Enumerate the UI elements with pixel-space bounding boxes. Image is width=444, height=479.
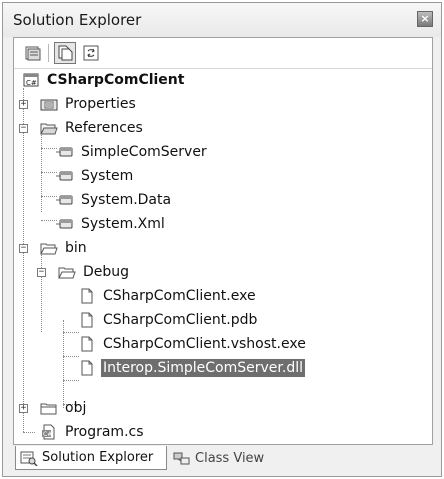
folder-outline-icon	[40, 403, 57, 415]
tree-item-program[interactable]: C# Program.cs	[40, 421, 146, 443]
tree-item-label: CSharpComClient.vshost.exe	[103, 336, 306, 352]
title-bar: Solution Explorer ×	[3, 3, 441, 37]
properties-button[interactable]	[22, 42, 44, 64]
open-folder-outline-icon	[40, 243, 58, 255]
show-all-files-button[interactable]	[54, 42, 76, 64]
tree-line	[23, 432, 35, 433]
tree-item-reference[interactable]: System	[56, 165, 135, 187]
tab-label: Solution Explorer	[42, 450, 154, 465]
tree-panel: C# CSharpComClient + Properties − Refere…	[13, 37, 433, 445]
tree-line	[63, 320, 64, 408]
reference-icon	[56, 171, 73, 181]
tree-item-properties[interactable]: Properties	[40, 93, 138, 115]
window-title: Solution Explorer	[13, 11, 142, 29]
tree-item-project[interactable]: C# CSharpComClient	[22, 69, 186, 91]
tree-item-label: SimpleComServer	[81, 144, 207, 160]
open-folder-icon	[40, 123, 58, 135]
collapse-toggle[interactable]: −	[19, 124, 28, 133]
svg-text:C#: C#	[26, 79, 37, 87]
collapse-toggle[interactable]: −	[19, 244, 28, 253]
class-view-icon	[173, 452, 190, 465]
tree-line	[41, 196, 57, 197]
tab-strip: Solution Explorer Class View	[13, 446, 433, 472]
reference-icon	[56, 195, 73, 205]
tree-item-label: obj	[65, 400, 87, 416]
tree-item-file-selected[interactable]: Interop.SimpleComServer.dll	[78, 357, 305, 379]
csharp-file-icon: C#	[42, 424, 55, 440]
tree-line	[63, 332, 79, 333]
tree-item-debug[interactable]: Debug	[58, 261, 131, 283]
expand-toggle[interactable]: +	[19, 100, 28, 109]
tree-item-label: CSharpComClient.pdb	[103, 312, 258, 328]
reference-icon	[56, 147, 73, 157]
properties-folder-icon	[40, 99, 58, 111]
tree-item-label: Program.cs	[65, 424, 144, 440]
tree-line	[23, 88, 24, 432]
file-icon	[81, 360, 93, 376]
tree-item-file[interactable]: CSharpComClient.vshost.exe	[78, 333, 308, 355]
refresh-button[interactable]	[80, 42, 102, 64]
tab-label: Class View	[195, 450, 265, 466]
refresh-icon	[83, 45, 99, 61]
solution-tree: C# CSharpComClient + Properties − Refere…	[14, 68, 432, 444]
reference-icon	[56, 219, 73, 229]
toolbar	[14, 38, 432, 69]
tree-item-references[interactable]: References	[40, 117, 145, 139]
tree-line	[41, 148, 57, 149]
close-button[interactable]: ×	[417, 11, 433, 27]
tab-class-view[interactable]: Class View	[171, 446, 283, 470]
tree-line	[63, 356, 79, 357]
tree-item-label: System.Data	[81, 192, 172, 208]
tab-solution-explorer[interactable]: Solution Explorer	[15, 446, 167, 470]
properties-icon	[25, 46, 41, 61]
file-icon	[81, 312, 93, 328]
solution-explorer-icon	[20, 451, 38, 466]
tree-item-file[interactable]: CSharpComClient.pdb	[78, 309, 259, 331]
solution-explorer-window: Solution Explorer × C# CSharpComClient +…	[2, 2, 442, 477]
tree-item-label: Interop.SimpleComServer.dll	[101, 359, 305, 377]
tree-item-label: Debug	[83, 264, 130, 280]
tree-line	[41, 220, 57, 221]
tree-item-file[interactable]: CSharpComClient.exe	[78, 285, 258, 307]
tree-item-reference[interactable]: System.Data	[56, 189, 173, 211]
file-icon	[81, 336, 93, 352]
tree-item-label: bin	[65, 240, 87, 256]
show-all-files-icon	[58, 45, 73, 61]
tree-item-reference[interactable]: SimpleComServer	[56, 141, 209, 163]
open-folder-outline-icon	[58, 267, 76, 279]
svg-text:C#: C#	[43, 431, 52, 438]
file-icon	[81, 288, 93, 304]
tree-item-bin[interactable]: bin	[40, 237, 89, 259]
tree-item-label: Properties	[65, 96, 136, 112]
tree-line	[41, 172, 57, 173]
expand-toggle[interactable]: +	[19, 404, 28, 413]
tree-item-label: System.Xml	[81, 216, 165, 232]
csharp-project-icon: C#	[23, 73, 39, 87]
tree-item-label: References	[65, 120, 143, 136]
tree-item-label: CSharpComClient.exe	[103, 288, 256, 304]
toolbar-separator	[48, 44, 49, 62]
tree-line	[63, 380, 79, 381]
tree-item-label: System	[81, 168, 134, 184]
tree-item-obj[interactable]: obj	[40, 397, 88, 419]
tree-item-reference[interactable]: System.Xml	[56, 213, 167, 235]
tree-item-label: CSharpComClient	[47, 72, 185, 88]
collapse-toggle[interactable]: −	[37, 268, 46, 277]
